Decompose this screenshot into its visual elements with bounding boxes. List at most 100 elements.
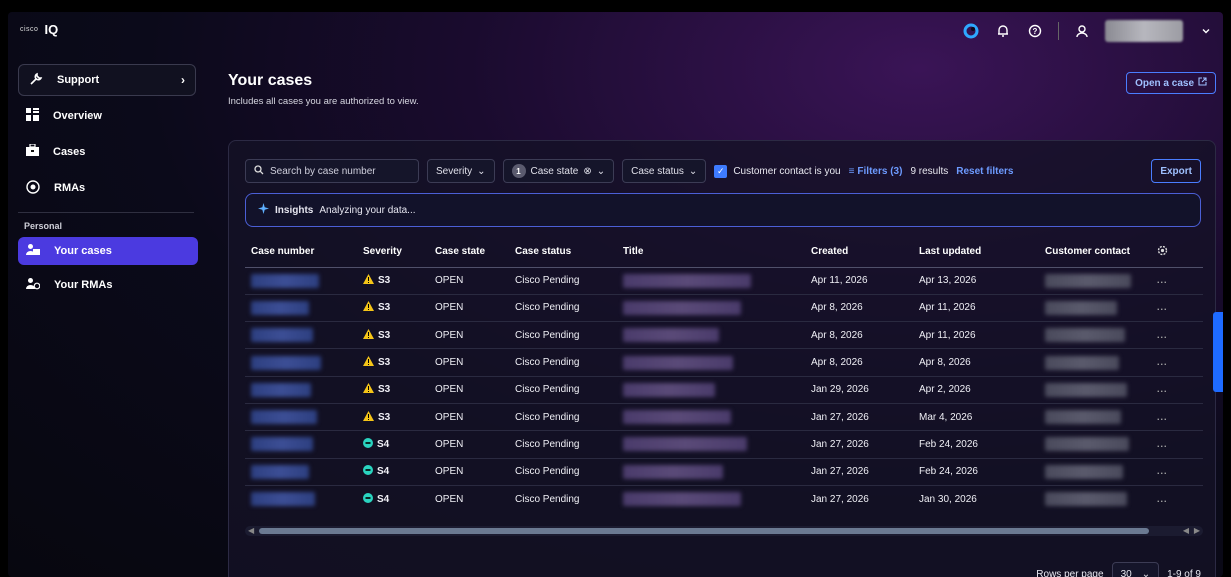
table-row[interactable]: S3 OPEN Cisco Pending Apr 8, 2026 Apr 11, 20… — [245, 293, 1203, 322]
column-header[interactable]: Last updated — [913, 237, 1039, 268]
row-actions-cell[interactable]: ... — [1151, 457, 1203, 486]
scroll-right-icon[interactable]: ▶ — [1194, 526, 1200, 536]
severity-dropdown[interactable]: Severity ⌄ — [427, 159, 495, 183]
top-bar: cisco IQ ? — [8, 12, 1223, 48]
settings-icon[interactable] — [1157, 245, 1168, 259]
column-header[interactable]: Created — [805, 237, 913, 268]
export-button[interactable]: Export — [1151, 159, 1201, 183]
case-number-redacted[interactable] — [251, 492, 315, 507]
column-header[interactable]: Case number — [245, 237, 357, 268]
case-number-redacted[interactable] — [251, 410, 317, 425]
case-number-redacted[interactable] — [251, 300, 309, 315]
table-row[interactable]: S3 OPEN Cisco Pending Apr 8, 2026 Apr 11, 20… — [245, 321, 1203, 349]
rows-per-page-select[interactable]: 30 ⌄ — [1111, 562, 1160, 577]
case-state-cell: OPEN — [429, 375, 509, 404]
feedback-tab[interactable] — [1213, 312, 1223, 392]
user-name-redacted[interactable] — [1105, 20, 1183, 42]
column-header[interactable]: Title — [617, 237, 805, 268]
column-header[interactable]: Customer contact — [1039, 237, 1151, 268]
customer-contact-checkbox[interactable]: ✓ Customer contact is you — [714, 164, 841, 178]
severity-cell: S3 — [357, 293, 429, 322]
insights-bar[interactable]: Insights Analyzing your data... — [245, 193, 1201, 227]
table-row[interactable]: S4 OPEN Cisco Pending Jan 27, 2026 Feb 24, 2… — [245, 430, 1203, 459]
more-icon[interactable]: ... — [1157, 357, 1168, 367]
row-actions-cell[interactable]: ... — [1151, 402, 1203, 431]
column-header[interactable]: Case status — [509, 237, 617, 268]
table-row[interactable]: S3 OPEN Cisco Pending Jan 27, 2026 Mar 4, 20… — [245, 402, 1203, 431]
open-case-button[interactable]: Open a case — [1126, 72, 1216, 94]
customer-contact-cell — [1039, 266, 1151, 295]
case-number-redacted[interactable] — [251, 328, 313, 343]
sidebar-item-your-rmas[interactable]: Your RMAs — [8, 269, 204, 301]
assistant-icon[interactable] — [962, 22, 980, 40]
row-actions-cell[interactable]: ... — [1151, 293, 1203, 322]
horizontal-scrollbar[interactable]: ◀ ◀ ▶ — [245, 526, 1203, 536]
scroll-thumb[interactable] — [259, 528, 1149, 534]
bell-icon[interactable] — [994, 22, 1012, 40]
case-number-redacted[interactable] — [251, 382, 311, 397]
scroll-left-icon[interactable]: ◀ — [1183, 526, 1189, 536]
row-actions-cell[interactable]: ... — [1151, 430, 1203, 459]
chevron-down-icon[interactable] — [1197, 22, 1215, 40]
more-icon[interactable]: ... — [1157, 302, 1168, 312]
last-updated-cell: Apr 8, 2026 — [913, 348, 1039, 377]
results-count: 9 results — [910, 165, 949, 177]
reset-filters-link[interactable]: Reset filters — [956, 166, 1013, 177]
filters-button[interactable]: ≡ Filters (3) — [849, 166, 903, 177]
sidebar-item-cases[interactable]: Cases — [8, 136, 204, 168]
case-number-cell[interactable] — [245, 293, 357, 322]
user-icon[interactable] — [1073, 22, 1091, 40]
row-actions-cell[interactable]: ... — [1151, 484, 1203, 513]
column-header[interactable]: Case state — [429, 237, 509, 268]
row-actions-cell[interactable]: ... — [1151, 375, 1203, 404]
cases-card: Search by case number Severity ⌄ 1 Case … — [228, 140, 1216, 577]
case-number-redacted[interactable] — [251, 273, 319, 288]
case-number-cell[interactable] — [245, 484, 357, 513]
row-actions-cell[interactable]: ... — [1151, 348, 1203, 377]
help-icon[interactable]: ? — [1026, 22, 1044, 40]
sidebar-item-your-cases[interactable]: Your cases — [18, 237, 198, 265]
table-row[interactable]: S4 OPEN Cisco Pending Jan 27, 2026 Feb 24, 2… — [245, 457, 1203, 486]
case-number-redacted[interactable] — [251, 437, 313, 452]
case-number-redacted[interactable] — [251, 355, 321, 370]
more-icon[interactable]: ... — [1157, 439, 1168, 449]
chevron-down-icon: ⌄ — [1141, 568, 1151, 577]
case-number-cell[interactable] — [245, 266, 357, 295]
more-icon[interactable]: ... — [1157, 384, 1168, 394]
table-row[interactable]: S3 OPEN Cisco Pending Apr 11, 2026 Apr 13, 2… — [245, 266, 1203, 295]
app-logo[interactable]: cisco IQ — [20, 22, 58, 37]
search-input[interactable]: Search by case number — [245, 159, 419, 183]
row-actions-cell[interactable]: ... — [1151, 266, 1203, 295]
case-state-dropdown[interactable]: 1 Case state ⊗ ⌄ — [502, 159, 615, 183]
support-selector[interactable]: Support › — [18, 64, 196, 96]
column-header[interactable]: Severity — [357, 237, 429, 268]
more-icon[interactable]: ... — [1157, 412, 1168, 422]
case-number-cell[interactable] — [245, 348, 357, 377]
case-number-redacted[interactable] — [251, 464, 309, 479]
more-icon[interactable]: ... — [1157, 330, 1168, 340]
scroll-left-icon[interactable]: ◀ — [248, 526, 254, 536]
more-icon[interactable]: ... — [1157, 466, 1168, 476]
case-number-cell[interactable] — [245, 457, 357, 486]
case-number-cell[interactable] — [245, 375, 357, 404]
row-actions-cell[interactable]: ... — [1151, 321, 1203, 349]
table-row[interactable]: S4 OPEN Cisco Pending Jan 27, 2026 Jan 30, 2… — [245, 484, 1203, 513]
case-number-cell[interactable] — [245, 430, 357, 459]
column-settings[interactable] — [1151, 237, 1203, 268]
warning-icon — [363, 301, 374, 314]
sidebar-item-rmas[interactable]: RMAs — [8, 172, 204, 204]
table-row[interactable]: S3 OPEN Cisco Pending Apr 8, 2026 Apr 8, 202… — [245, 348, 1203, 377]
case-status-dropdown[interactable]: Case status ⌄ — [622, 159, 707, 183]
case-state-cell: OPEN — [429, 484, 509, 513]
sidebar-item-overview[interactable]: Overview — [8, 100, 204, 132]
divider — [1058, 22, 1059, 40]
case-number-cell[interactable] — [245, 321, 357, 349]
last-updated-cell: Mar 4, 2026 — [913, 402, 1039, 431]
more-icon[interactable]: ... — [1157, 494, 1168, 504]
table-row[interactable]: S3 OPEN Cisco Pending Jan 29, 2026 Apr 2, 20… — [245, 375, 1203, 404]
warning-icon — [363, 383, 374, 396]
insights-label: Insights — [275, 204, 314, 216]
clear-icon[interactable]: ⊗ — [583, 166, 591, 177]
more-icon[interactable]: ... — [1157, 275, 1168, 285]
case-number-cell[interactable] — [245, 402, 357, 431]
